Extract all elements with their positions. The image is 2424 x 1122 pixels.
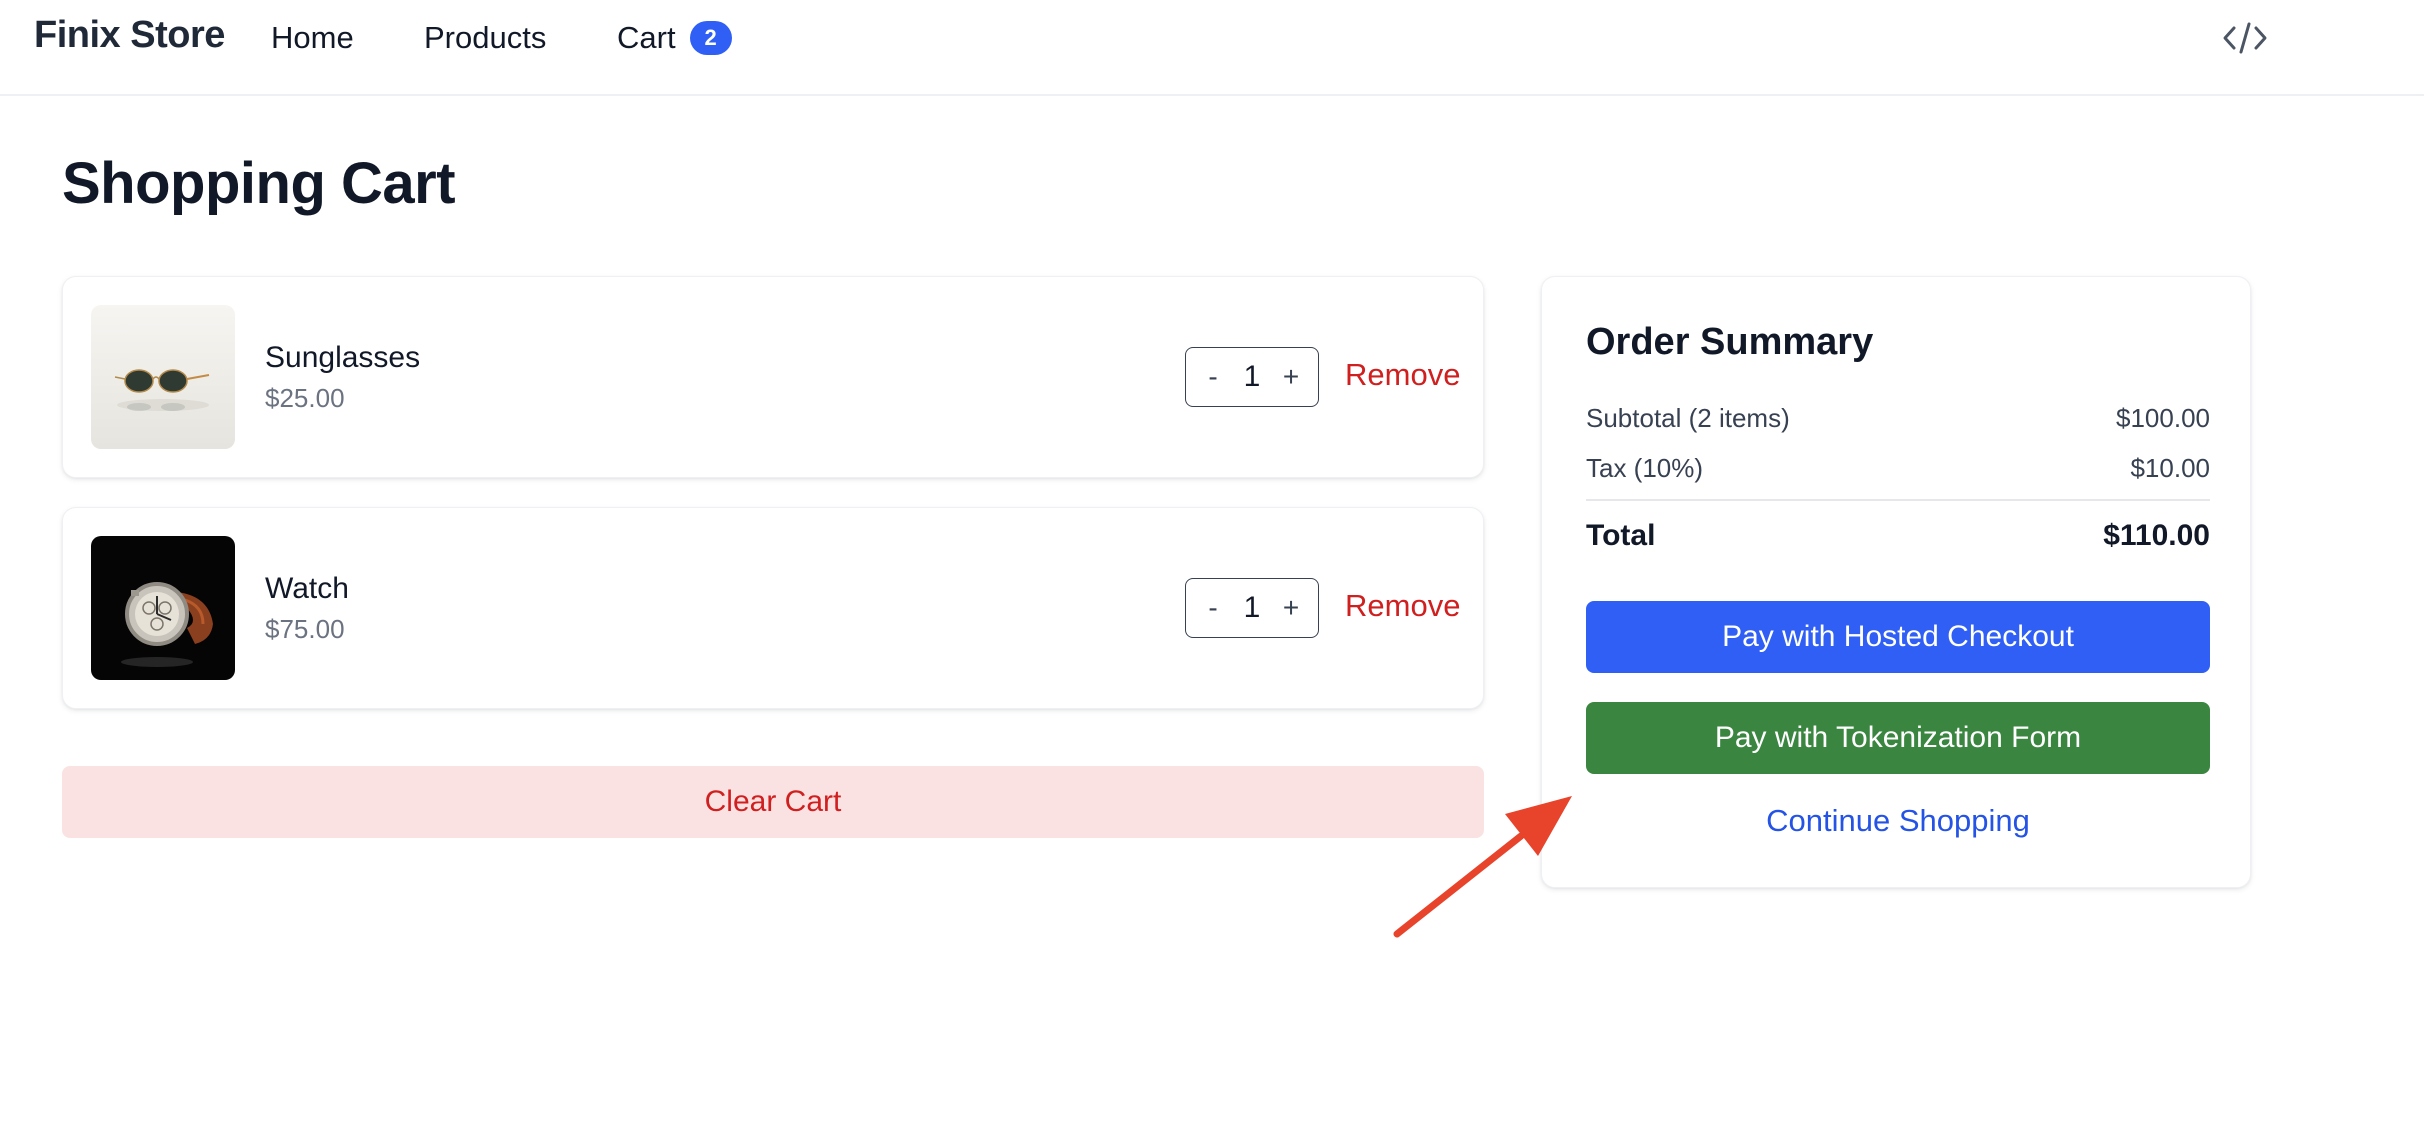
nav-link-products[interactable]: Products	[424, 20, 546, 56]
item-price: $75.00	[265, 614, 345, 644]
cart-count-badge: 2	[689, 21, 732, 55]
summary-divider	[1586, 499, 2210, 501]
watch-image	[91, 536, 235, 680]
increment-button[interactable]: +	[1278, 592, 1304, 624]
continue-shopping-link[interactable]: Continue Shopping	[1586, 803, 2210, 839]
sunglasses-image	[91, 305, 235, 449]
code-icon[interactable]	[2222, 18, 2268, 58]
clear-cart-button[interactable]: Clear Cart	[62, 766, 1484, 838]
cart-item: Watch $75.00 - 1 + Remove	[62, 507, 1484, 709]
quantity-value: 1	[1243, 360, 1261, 393]
subtotal-label: Subtotal (2 items)	[1586, 403, 1790, 433]
total-label: Total	[1586, 519, 1656, 552]
pay-tokenization-form-button[interactable]: Pay with Tokenization Form	[1586, 702, 2210, 774]
order-summary: Order Summary Subtotal (2 items) $100.00…	[1541, 276, 2251, 888]
increment-button[interactable]: +	[1278, 361, 1304, 393]
remove-button[interactable]: Remove	[1345, 588, 1460, 624]
cart-item: Sunglasses $25.00 - 1 + Remove	[62, 276, 1484, 478]
tax-row: Tax (10%) $10.00	[1586, 453, 2210, 484]
subtotal-row: Subtotal (2 items) $100.00	[1586, 403, 2210, 434]
item-price: $25.00	[265, 383, 345, 413]
subtotal-value: $100.00	[2116, 403, 2210, 433]
decrement-button[interactable]: -	[1200, 361, 1226, 393]
nav-link-home[interactable]: Home	[271, 20, 354, 56]
tax-label: Tax (10%)	[1586, 453, 1704, 483]
pay-hosted-checkout-button[interactable]: Pay with Hosted Checkout	[1586, 601, 2210, 673]
item-name: Watch	[265, 572, 349, 605]
item-name: Sunglasses	[265, 341, 421, 374]
tax-value: $10.00	[2130, 453, 2210, 483]
nav-link-cart[interactable]: Cart 2	[617, 20, 732, 56]
brand-logo[interactable]: Finix Store	[34, 14, 225, 57]
quantity-stepper: - 1 +	[1185, 578, 1319, 638]
total-value: $110.00	[2103, 519, 2210, 552]
page-title: Shopping Cart	[62, 151, 456, 216]
nav-cart-label: Cart	[617, 20, 676, 55]
total-row: Total $110.00	[1586, 519, 2210, 553]
decrement-button[interactable]: -	[1200, 592, 1226, 624]
quantity-stepper: - 1 +	[1185, 347, 1319, 407]
summary-title: Order Summary	[1586, 321, 1874, 363]
navbar: Finix Store Home Products Cart 2	[0, 0, 2424, 96]
quantity-value: 1	[1243, 591, 1261, 624]
remove-button[interactable]: Remove	[1345, 357, 1460, 393]
